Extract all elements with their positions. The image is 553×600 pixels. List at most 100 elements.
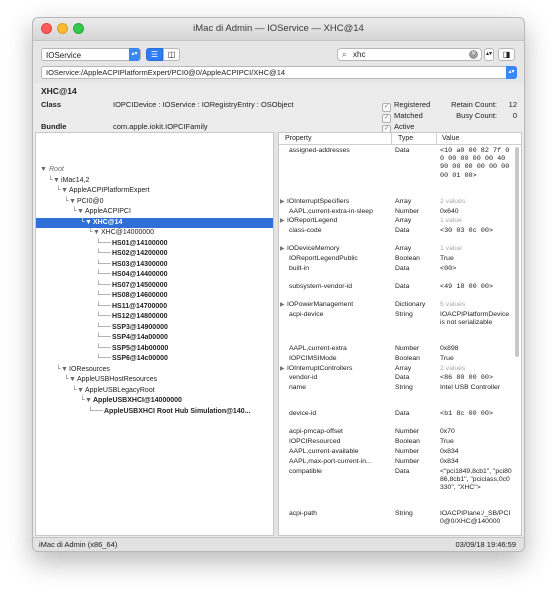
tree-row[interactable]: └── HS01@14100000 [36, 239, 273, 249]
property-row[interactable]: AAPL,max-port-current-in... Number 0x834 [279, 458, 511, 466]
property-name: acpi-pmcap-offset [289, 428, 343, 436]
tree-row[interactable]: └▼ AppleUSBXHCI@14000000 [36, 396, 273, 406]
tree-row[interactable]: └── HS07@14500000 [36, 281, 273, 291]
tree-row[interactable]: └── SSP3@14900000 [36, 323, 273, 333]
property-type: Data [395, 147, 410, 154]
property-row[interactable]: ▶ IOInterruptControllers Array 2 values [279, 365, 511, 373]
property-row[interactable]: vendor-id Data <86 80 00 00> [279, 374, 511, 382]
tree-row-label: XHC@14 [93, 218, 123, 226]
busy-count-label: Busy Count: [456, 111, 497, 120]
disclosure-triangle-icon[interactable]: └▼ [64, 197, 76, 207]
inspector-toggle-button[interactable]: ◨ [498, 48, 515, 61]
tree-row[interactable]: └── AppleUSBXHCI Root Hub Simulation@140.… [36, 407, 273, 417]
property-value: True [440, 354, 454, 362]
property-row[interactable]: IOPCIResourced Boolean True [279, 438, 511, 446]
property-row[interactable]: ▶ IOInterruptSpecifiers Array 2 values [279, 198, 511, 206]
tree-row[interactable]: └── HS11@14700000 [36, 302, 273, 312]
property-value: <30 03 0c 00> [440, 227, 494, 236]
disclosure-triangle-icon[interactable]: └▼ [72, 386, 84, 396]
value-column-header[interactable]: Value [442, 133, 459, 144]
tree-row[interactable]: └▼ AppleACPIPCI [36, 207, 273, 217]
tree-row-label: SSP3@14900000 [112, 323, 168, 331]
property-value: True [440, 438, 454, 446]
disclosure-triangle-icon[interactable]: └▼ [80, 218, 92, 228]
property-row[interactable]: compatible Data <"pci1849,8cb1", "pci8086,… [279, 468, 512, 509]
tree-row[interactable]: └── HS08@14600000 [36, 291, 273, 301]
disclosure-triangle-icon[interactable]: └▼ [80, 396, 92, 406]
property-name: AAPL,current-extra-in-sleep [289, 207, 373, 215]
tree-row[interactable]: └── HS03@14300000 [36, 260, 273, 270]
property-row[interactable]: acpi-pmcap-offset Number 0x70 [279, 428, 511, 436]
tree-row[interactable]: └▼ AppleUSBLegacyRoot [36, 386, 273, 396]
disclosure-triangle-icon[interactable]: ▶ [280, 217, 285, 225]
matched-label: Matched [394, 111, 423, 120]
list-view-button[interactable]: ☰ [146, 48, 163, 61]
type-column-header[interactable]: Type [398, 133, 413, 144]
property-row[interactable]: AAPL,current-extra Number 0x898 [279, 345, 511, 353]
property-row[interactable]: AAPL,current-available Number 0x834 [279, 448, 511, 456]
property-name: name [289, 384, 307, 392]
property-value: True [440, 255, 454, 262]
tree-row[interactable]: └▼ XHC@14 [36, 217, 273, 228]
property-type: Array [395, 245, 412, 253]
search-icon: ⌕ [342, 50, 347, 59]
tree-row[interactable]: └── HS12@14800000 [36, 312, 273, 322]
property-row[interactable]: IOReportLegendPublic Boolean True [279, 255, 511, 263]
chevron-updown-icon: ▴▾ [506, 66, 517, 79]
disclosure-triangle-icon[interactable]: └▼ [48, 176, 60, 186]
tree-row[interactable]: └── SSP6@14c00000 [36, 354, 273, 364]
tree-row[interactable]: └▼ AppleACPIPlatformExpert [36, 186, 273, 196]
property-row[interactable]: ▶ IODeviceMemory Array 1 value [279, 245, 511, 253]
tree-row[interactable]: └▼ XHC@14000000 [36, 228, 273, 238]
property-row[interactable]: device-id Data <b1 8c 00 00> [279, 410, 511, 426]
property-type: String [395, 384, 413, 392]
property-name: IOPCIResourced [289, 438, 341, 446]
property-row[interactable]: acpi-path String IOACPIPlane:/_SB/PCI0@0/X… [279, 510, 511, 535]
disclosure-triangle-icon[interactable]: ▼ [40, 165, 47, 175]
property-row[interactable]: AAPL,current-extra-in-sleep Number 0x640 [279, 208, 511, 216]
tree-row[interactable]: └▼ iMac14,2 [36, 176, 273, 186]
search-stepper[interactable]: ▴▾ [484, 48, 494, 61]
tree-row[interactable]: ▼ Root [36, 165, 273, 175]
vertical-scrollbar[interactable] [515, 147, 519, 357]
property-row[interactable]: subsystem-vendor-id Data <49 18 00 00> [279, 283, 511, 299]
search-field[interactable]: ⌕ xhc ✕ [337, 48, 482, 61]
disclosure-triangle-icon[interactable]: ▶ [280, 301, 285, 309]
tree-row[interactable]: └── HS02@14200000 [36, 249, 273, 259]
property-row[interactable]: ▶ IOPowerManagement Dictionary 5 values [279, 301, 511, 309]
clear-search-icon[interactable]: ✕ [469, 50, 478, 59]
property-column-header[interactable]: Property [285, 133, 311, 144]
tree-row[interactable]: └── SSP5@14b00000 [36, 344, 273, 354]
property-row[interactable]: class-code Data <30 03 0c 00> [279, 227, 511, 243]
ioreg-window: iMac di Admin — IOService — XHC@14 IOSer… [32, 17, 525, 552]
tree-row[interactable]: └▼ PCI0@0 [36, 197, 273, 207]
registry-tree[interactable]: ▼ Root └▼ iMac14,2 └▼ AppleACPIPlatformExpert… [35, 132, 274, 536]
tree-row[interactable]: └▼ AppleUSBHostResources [36, 375, 273, 385]
path-popup[interactable]: IOService:/AppleACPIPlatformExpert/PCI0@… [41, 66, 517, 79]
disclosure-triangle-icon[interactable]: ▶ [280, 198, 285, 206]
tree-row[interactable]: └── SSP4@14a00000 [36, 333, 273, 343]
property-name: acpi-path [289, 510, 317, 518]
property-name: AAPL,current-extra [289, 345, 347, 352]
disclosure-triangle-icon[interactable]: ▶ [280, 245, 285, 253]
disclosure-triangle-icon[interactable]: └▼ [88, 228, 100, 238]
tree-row[interactable]: └▼ IOResources [36, 365, 273, 375]
property-row[interactable]: IOPCIMSIMode Boolean True [279, 355, 511, 363]
property-value: 1 value [440, 217, 462, 225]
disclosure-triangle-icon[interactable]: ▶ [280, 365, 285, 373]
disclosure-triangle-icon[interactable]: └▼ [72, 207, 84, 217]
property-name: IOReportLegend [287, 217, 338, 225]
disclosure-triangle-icon[interactable]: └▼ [64, 375, 76, 385]
disclosure-triangle-icon[interactable]: └▼ [56, 186, 68, 196]
property-row[interactable]: ▶ IOReportLegend Array 1 value [279, 217, 511, 225]
property-row[interactable]: acpi-device String IOACPIPlatformDevice is… [279, 311, 511, 344]
property-row[interactable]: assigned-addresses Data <10 a0 00 82 7f 00… [279, 147, 511, 196]
tree-row[interactable]: └── HS04@14400000 [36, 270, 273, 280]
property-row[interactable]: name String Intel USB Controller [279, 384, 511, 409]
plane-popup[interactable]: IOService ▴▾ [41, 48, 141, 61]
disclosure-triangle-icon[interactable]: └▼ [56, 365, 68, 375]
search-input[interactable]: xhc [353, 49, 365, 60]
column-view-button[interactable]: ◫ [163, 48, 180, 61]
properties-table[interactable]: Property Type Value assigned-addresses Da… [278, 132, 522, 536]
property-row[interactable]: built-in Data <00> [279, 265, 511, 281]
